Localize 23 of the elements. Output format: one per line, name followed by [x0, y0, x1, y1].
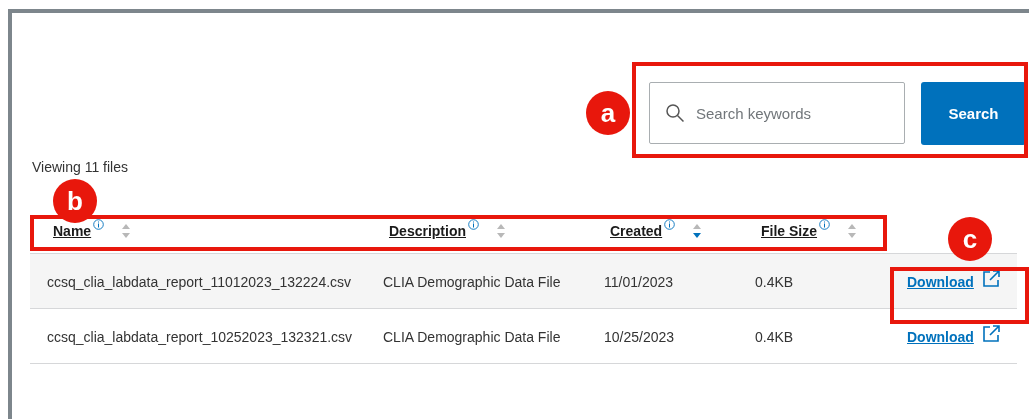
download-link[interactable]: Download — [907, 325, 974, 349]
info-icon[interactable] — [93, 219, 105, 230]
search-field[interactable]: Search keywords — [649, 82, 905, 144]
column-header[interactable]: Description — [389, 223, 466, 239]
date-cell: 11/01/2023 — [587, 254, 738, 309]
external-link-icon[interactable] — [981, 325, 1000, 343]
info-icon[interactable] — [664, 219, 676, 230]
external-link-icon[interactable] — [981, 270, 1000, 288]
callout-badge: a — [586, 91, 630, 135]
search-button[interactable]: Search — [921, 82, 1026, 145]
file-count: Viewing 11 files — [31, 158, 129, 175]
callout-badge: b — [53, 179, 97, 223]
size-cell: 0.4KB — [738, 254, 890, 309]
info-icon[interactable] — [819, 219, 831, 230]
info-icon[interactable] — [468, 219, 479, 230]
description-cell: CLIA Demographic Data File — [366, 254, 587, 309]
column-header[interactable]: Created — [610, 223, 663, 239]
sort-icon[interactable] — [693, 224, 702, 238]
file-name-cell: ccsq_clia_labdata_report_11012023_132224.csv — [30, 254, 366, 309]
column-header[interactable]: Name — [53, 223, 92, 239]
search-icon — [665, 103, 685, 123]
column-header[interactable]: File Size — [761, 223, 818, 239]
callout-badge: c — [948, 217, 992, 261]
